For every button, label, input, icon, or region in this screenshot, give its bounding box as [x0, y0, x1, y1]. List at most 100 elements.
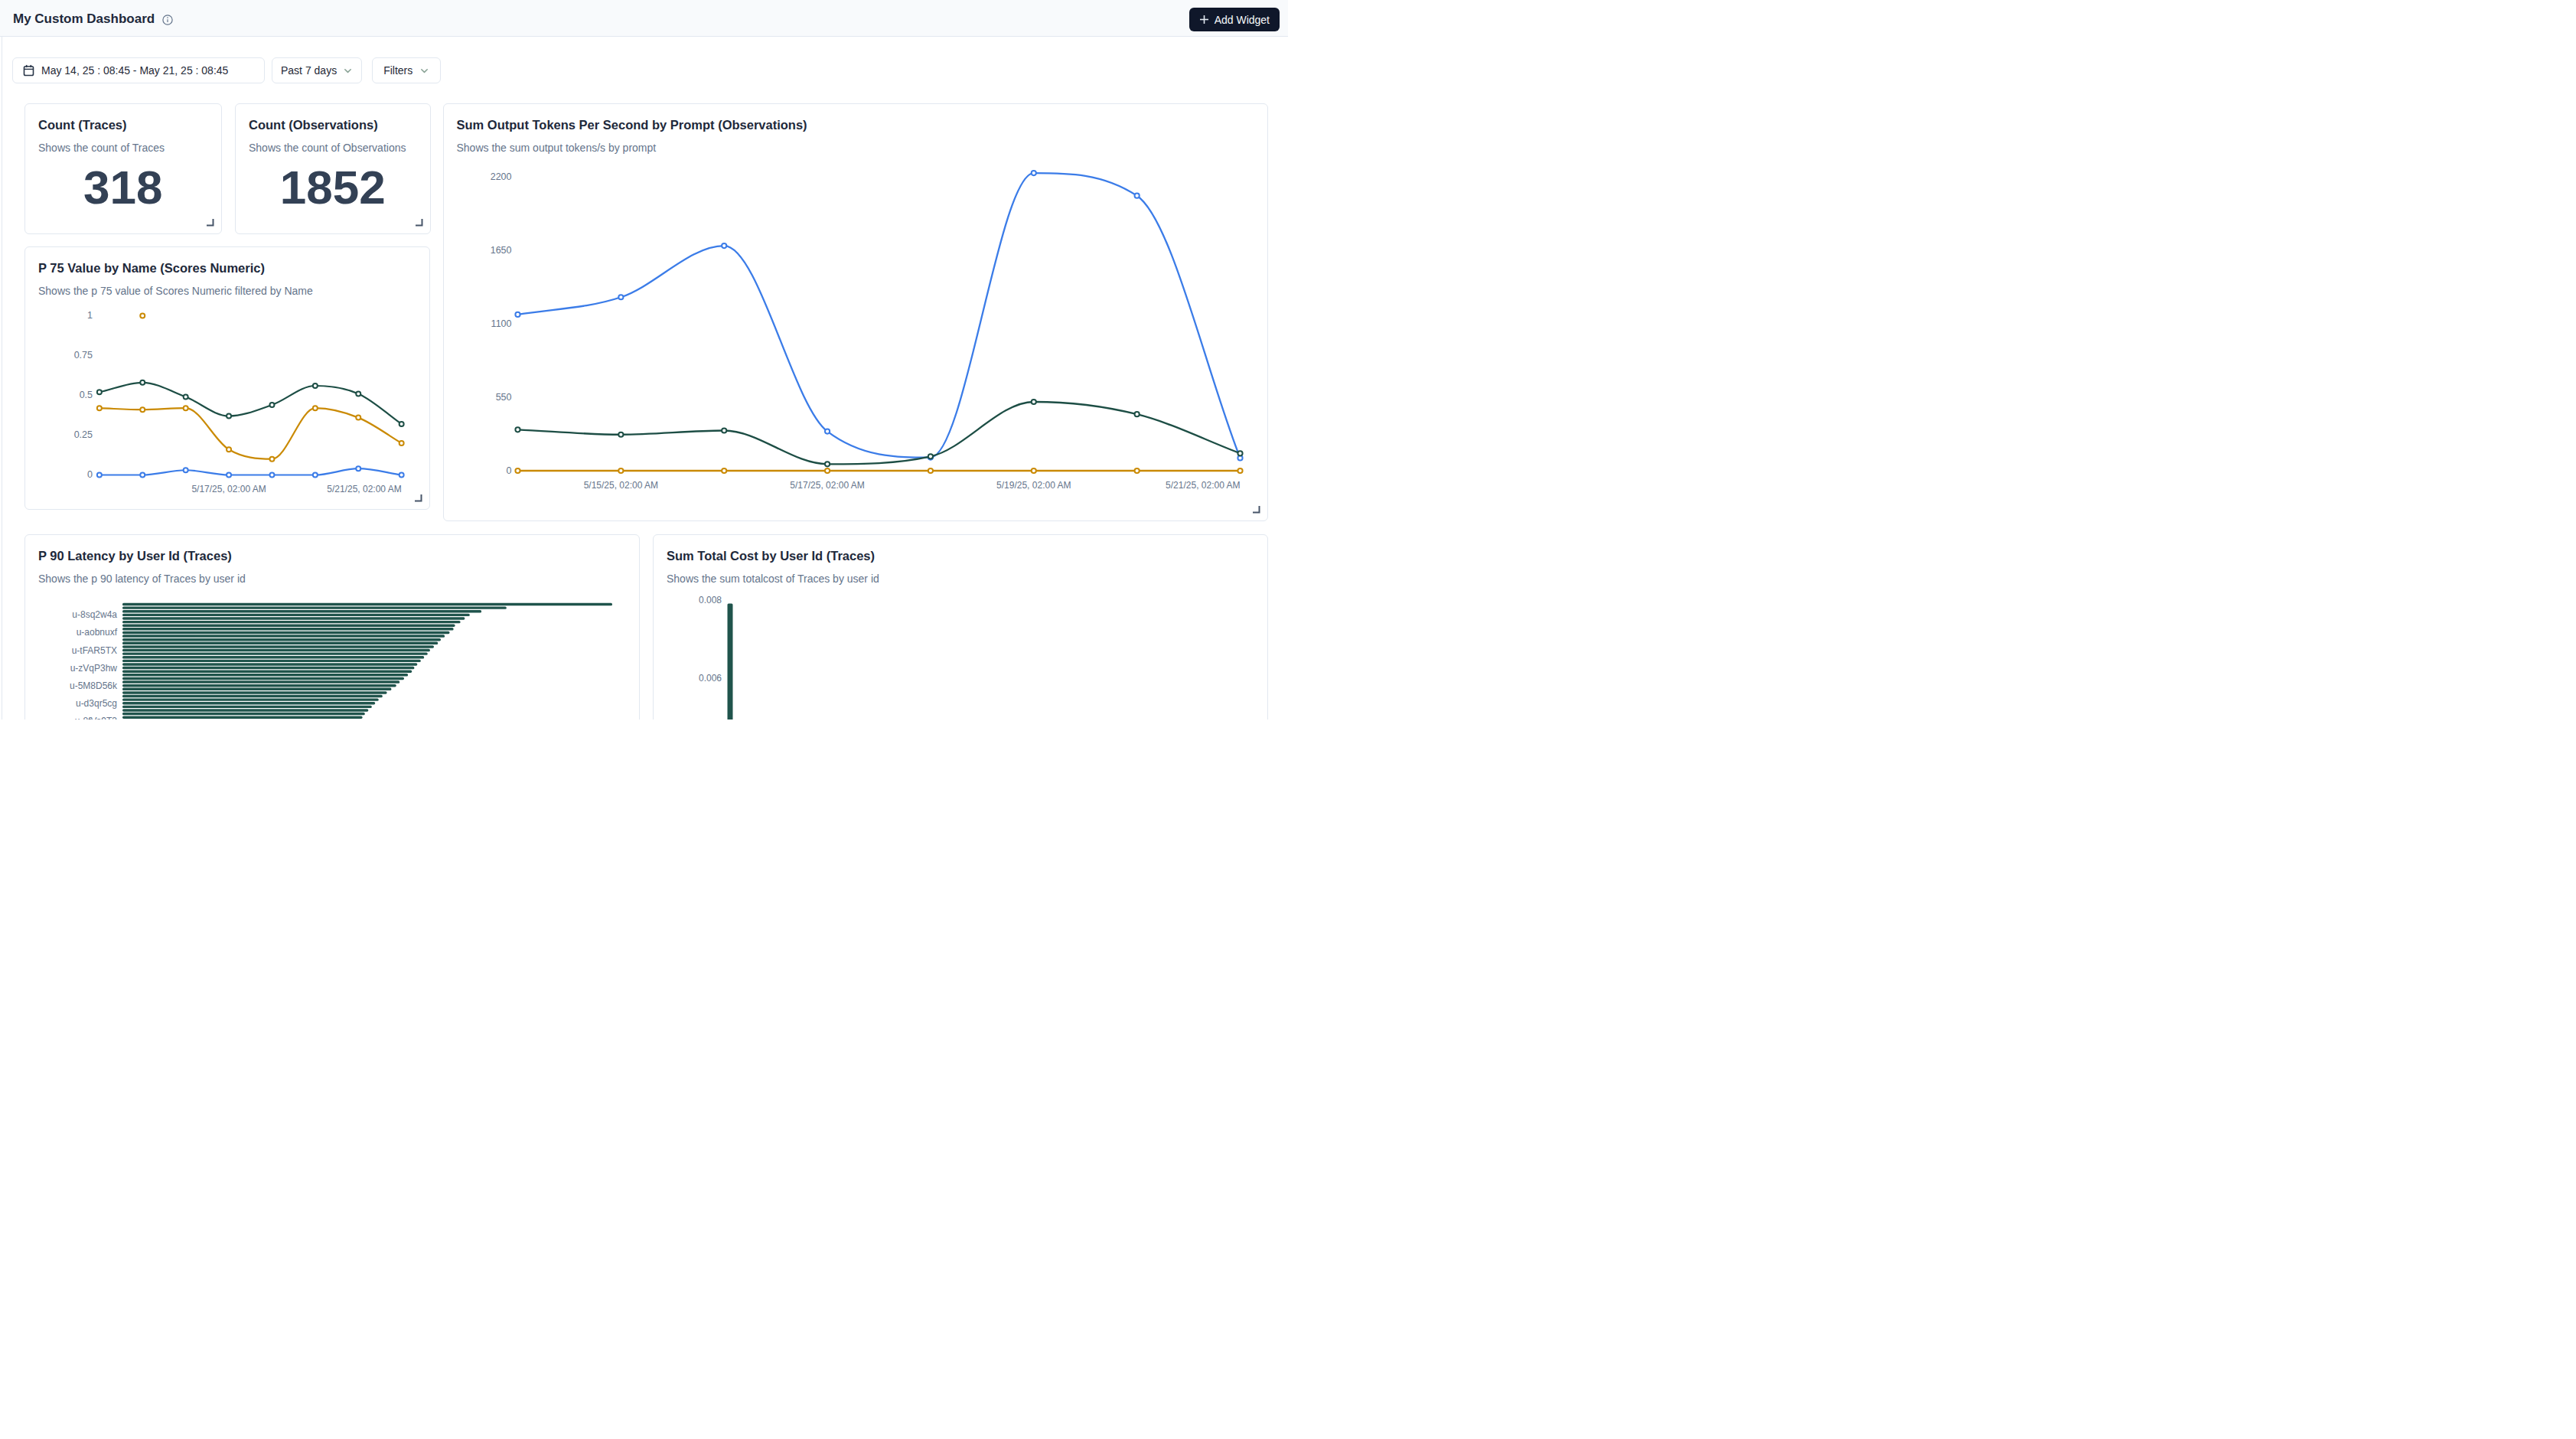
- chart-bar: [122, 716, 363, 718]
- data-point-marker: [1134, 468, 1139, 473]
- data-point-marker: [618, 432, 623, 437]
- chart-bar: [122, 624, 455, 626]
- data-point-marker: [97, 390, 102, 394]
- widget-title: Count (Traces): [38, 118, 127, 132]
- data-point-marker: [227, 414, 231, 419]
- data-point-marker: [399, 422, 404, 426]
- data-point-marker: [1031, 171, 1035, 175]
- plus-icon: [1199, 15, 1209, 24]
- chart-label: 5/21/25, 02:00 AM: [1166, 480, 1240, 491]
- chart-label: 1: [87, 311, 93, 321]
- data-point-marker: [313, 406, 318, 410]
- count-observations-value: 1852: [236, 164, 430, 211]
- chart-bar: [122, 641, 438, 644]
- chart-bar: [122, 659, 421, 661]
- chart-bar: [122, 663, 417, 665]
- resize-handle-icon[interactable]: [1252, 505, 1260, 514]
- chart-bar: [122, 684, 396, 686]
- chart-bar: [122, 610, 481, 612]
- chart-label: 0.25: [74, 429, 93, 440]
- chart-label: 550: [495, 392, 511, 403]
- chart-label: 1100: [491, 318, 511, 329]
- widget-title: Count (Observations): [249, 118, 378, 132]
- data-point-marker: [515, 468, 520, 473]
- count-traces-value: 318: [25, 164, 221, 211]
- chart-label: 5/19/25, 02:00 AM: [996, 480, 1071, 491]
- data-point-marker: [928, 468, 932, 473]
- data-point-marker: [97, 406, 102, 410]
- chart-bar: [122, 620, 461, 622]
- add-widget-button[interactable]: Add Widget: [1189, 8, 1280, 31]
- data-point-marker: [399, 441, 404, 445]
- chart-label: 1650: [490, 245, 511, 256]
- resize-handle-icon[interactable]: [414, 494, 422, 502]
- chevron-down-icon: [419, 66, 429, 76]
- chart-bar: [122, 694, 383, 697]
- chart-bar: [122, 702, 375, 704]
- data-point-marker: [1134, 194, 1139, 198]
- chart-label: u-zVqP3hw: [70, 662, 118, 673]
- page-title: My Custom Dashboard: [13, 11, 155, 27]
- chart-bar: [122, 656, 424, 658]
- filters-label: Filters: [383, 64, 412, 77]
- chart-label: 0.75: [74, 351, 93, 361]
- info-icon[interactable]: [162, 15, 173, 25]
- chart-bar: [122, 674, 408, 676]
- chart-bar: [122, 606, 507, 609]
- chart-bar: [122, 613, 470, 615]
- chart-bar: [122, 677, 404, 679]
- chart-bar: [122, 645, 434, 648]
- chart-label: 0.5: [80, 390, 93, 400]
- data-point-marker: [399, 472, 404, 477]
- data-point-marker: [356, 391, 360, 396]
- data-point-marker: [269, 403, 274, 407]
- chart-bar: [122, 602, 612, 605]
- data-point-marker: [824, 462, 829, 466]
- data-point-marker: [269, 472, 274, 477]
- chevron-down-icon: [343, 66, 353, 76]
- chart-bar: [122, 652, 428, 654]
- chart-label: 5/17/25, 02:00 AM: [191, 484, 266, 494]
- chart-label: 5/15/25, 02:00 AM: [583, 480, 657, 491]
- data-point-marker: [1237, 468, 1242, 473]
- data-point-marker: [824, 429, 829, 433]
- chart-label: 5/21/25, 02:00 AM: [327, 484, 401, 494]
- chart-bar: [122, 635, 445, 637]
- data-point-marker: [227, 447, 231, 452]
- widget-total-cost: Sum Total Cost by User Id (Traces) Shows…: [653, 534, 1268, 720]
- data-point-marker: [184, 406, 188, 410]
- data-point-marker: [184, 468, 188, 472]
- data-point-marker: [140, 472, 145, 477]
- date-range-picker[interactable]: May 14, 25 : 08:45 - May 21, 25 : 08:45: [12, 57, 265, 83]
- page-header: My Custom Dashboard Add Widget: [0, 0, 1288, 37]
- filters-dropdown[interactable]: Filters: [372, 57, 441, 83]
- widget-count-observations: Count (Observations) Shows the count of …: [235, 103, 431, 234]
- line-chart-tokens-by-prompt: 05501100165022005/15/25, 02:00 AM5/17/25…: [444, 104, 1269, 522]
- data-point-marker: [1134, 412, 1139, 416]
- calendar-icon: [23, 64, 34, 77]
- chart-label: 5/17/25, 02:00 AM: [790, 480, 864, 491]
- chart-bar: [122, 698, 379, 700]
- resize-handle-icon[interactable]: [415, 218, 423, 227]
- data-point-marker: [618, 295, 623, 299]
- data-point-marker: [269, 457, 274, 462]
- data-point-marker: [824, 468, 829, 473]
- chart-bar: [122, 638, 441, 640]
- chart-bar: [122, 705, 372, 707]
- chart-label: u-d3qr5cg: [76, 697, 117, 708]
- data-point-marker: [515, 312, 520, 317]
- data-point-marker: [356, 416, 360, 420]
- line-chart-p75-by-name: 0 0.25 0.5 0.75 1 5/17/25, 02:00 AM 5/21/25, 0…: [25, 247, 431, 511]
- resize-handle-icon[interactable]: [206, 218, 214, 227]
- chart-bar: [122, 691, 387, 693]
- widget-tokens-by-prompt: Sum Output Tokens Per Second by Prompt (…: [443, 103, 1268, 521]
- chart-label: 0: [87, 469, 93, 480]
- data-point-marker: [140, 314, 145, 318]
- range-preset-select[interactable]: Past 7 days: [272, 57, 362, 83]
- chart-line: [517, 173, 1240, 458]
- chart-label: u-8sq2w4a: [72, 609, 117, 620]
- widget-subtitle: Shows the count of Traces: [38, 142, 165, 154]
- date-range-value: May 14, 25 : 08:45 - May 21, 25 : 08:45: [41, 64, 228, 77]
- data-point-marker: [722, 468, 726, 473]
- chart-bar: [122, 631, 450, 633]
